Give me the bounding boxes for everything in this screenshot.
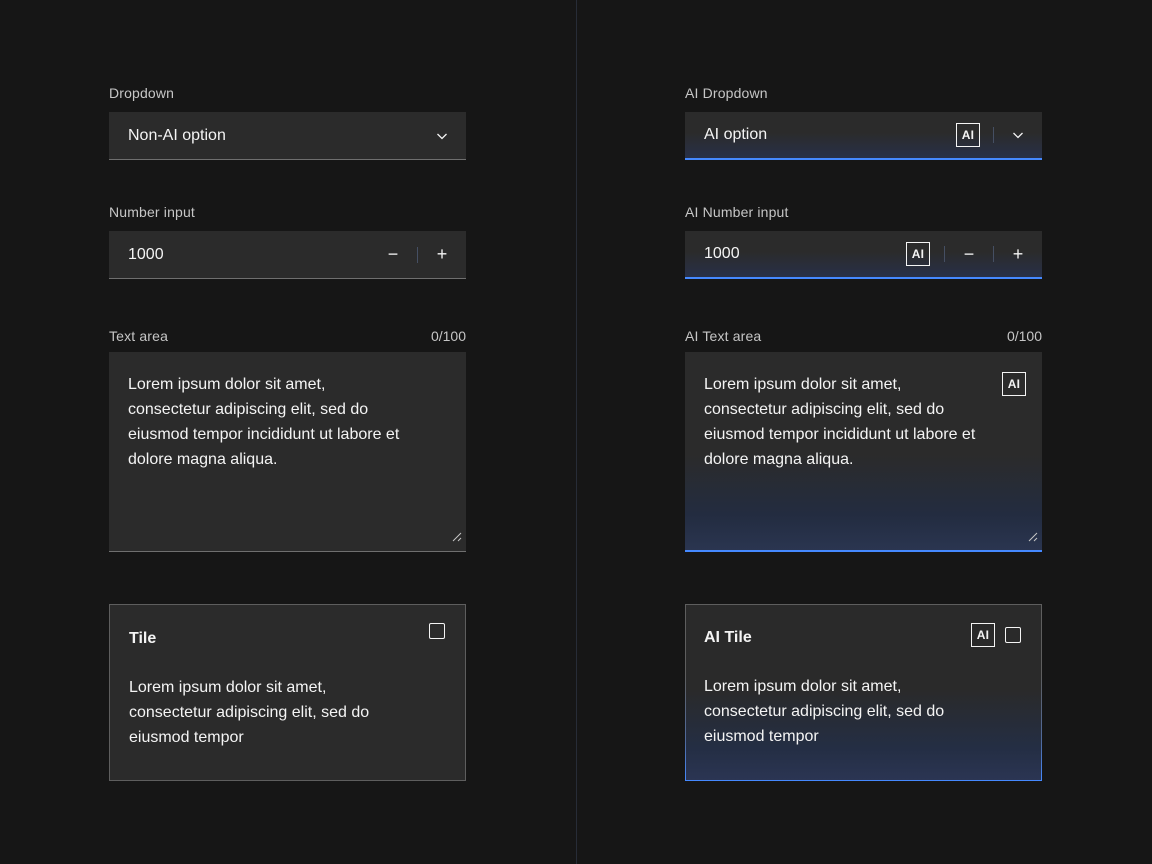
number-input-label: Number input — [109, 203, 466, 221]
ai-text-area-group: AI Text area 0/100 Lorem ipsum dolor sit… — [685, 327, 1042, 552]
char-counter: 0/100 — [431, 327, 466, 345]
ai-tile-body: Lorem ipsum dolor sit amet, consectetur … — [704, 674, 981, 749]
resize-handle-icon[interactable] — [452, 529, 462, 547]
minus-icon: − — [964, 244, 975, 265]
non-ai-column: Dropdown Non-AI option Number input − — [0, 0, 576, 864]
tile-body: Lorem ipsum dolor sit amet, consectetur … — [129, 675, 405, 750]
decrement-button[interactable]: − — [945, 231, 993, 277]
ai-tile-inner: AI Tile Lorem ipsum dolor sit amet, cons… — [686, 605, 1041, 780]
ai-dropdown-group: AI Dropdown AI option AI — [685, 84, 1042, 160]
ai-tile-title: AI Tile — [704, 628, 981, 648]
ai-dropdown-label: AI Dropdown — [685, 84, 1042, 102]
ai-text-area[interactable]: Lorem ipsum dolor sit amet, consectetur … — [685, 352, 1042, 552]
ai-column: AI Dropdown AI option AI AI Number input… — [576, 0, 1152, 864]
ai-label-badge[interactable]: AI — [971, 623, 995, 647]
ai-number-input[interactable] — [685, 245, 906, 263]
resize-handle-icon[interactable] — [1028, 529, 1038, 547]
ai-dropdown-selected-value: AI option — [685, 126, 767, 144]
ai-number-input-field: AI − + — [685, 231, 1042, 279]
checkbox[interactable] — [1005, 627, 1021, 643]
number-input[interactable] — [109, 246, 369, 264]
plus-icon: + — [437, 244, 448, 265]
tile[interactable]: Tile Lorem ipsum dolor sit amet, consect… — [109, 604, 466, 781]
ai-text-area-label: AI Text area — [685, 327, 761, 345]
dropdown-field[interactable]: Non-AI option — [109, 112, 466, 160]
ai-label-badge[interactable]: AI — [1002, 372, 1026, 396]
page: Dropdown Non-AI option Number input − — [0, 0, 1152, 864]
dropdown-label: Dropdown — [109, 84, 466, 102]
dropdown-selected-value: Non-AI option — [109, 127, 226, 145]
ai-tile[interactable]: AI Tile Lorem ipsum dolor sit amet, cons… — [685, 604, 1042, 781]
chevron-down-icon — [418, 112, 466, 159]
dropdown-group: Dropdown Non-AI option — [109, 84, 466, 160]
ai-label-badge[interactable]: AI — [956, 123, 980, 147]
plus-icon: + — [1013, 244, 1024, 265]
increment-button[interactable]: + — [994, 231, 1042, 277]
text-area-group: Text area 0/100 Lorem ipsum dolor sit am… — [109, 327, 466, 552]
ai-number-input-group: AI Number input AI − + — [685, 203, 1042, 279]
ai-dropdown-field[interactable]: AI option AI — [685, 112, 1042, 160]
ai-label-badge[interactable]: AI — [906, 242, 930, 266]
text-area-label: Text area — [109, 327, 168, 345]
char-counter: 0/100 — [1007, 327, 1042, 345]
tile-title: Tile — [129, 629, 405, 649]
chevron-down-icon — [994, 112, 1042, 158]
number-input-field: − + — [109, 231, 466, 279]
number-input-group: Number input − + — [109, 203, 466, 279]
increment-button[interactable]: + — [418, 231, 466, 278]
text-area[interactable]: Lorem ipsum dolor sit amet, consectetur … — [109, 352, 466, 552]
minus-icon: − — [388, 244, 399, 265]
ai-number-input-label: AI Number input — [685, 203, 1042, 221]
decrement-button[interactable]: − — [369, 231, 417, 278]
checkbox[interactable] — [429, 623, 445, 639]
